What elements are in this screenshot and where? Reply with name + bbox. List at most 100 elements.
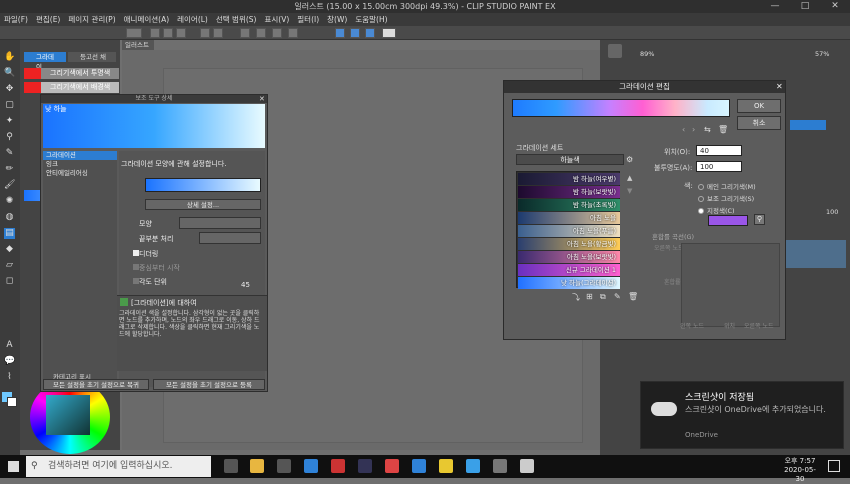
detail-close-icon[interactable]: ✕ [259,95,265,103]
gradient-tool-icon[interactable]: ▤ [4,228,15,239]
menu-layer[interactable]: 레이어(L) [173,13,212,26]
snap-grid-icon[interactable] [350,28,360,38]
menu-animation[interactable]: 애니메이션(A) [120,13,173,26]
position-field[interactable]: 40 [696,145,742,156]
zoom-tool-icon[interactable]: 🔍 [4,68,15,79]
eyedropper-icon[interactable]: ⚲ [4,132,15,143]
mail-icon[interactable] [412,459,426,473]
app-icon-yellow[interactable] [439,459,453,473]
detail-settings-button[interactable]: 상세 설정... [145,199,261,210]
clock[interactable]: 오후 7:57 2020-05-30 [780,457,820,484]
layer-color-swatch[interactable] [790,120,826,130]
edge-icon[interactable] [304,459,318,473]
hand-tool-icon[interactable]: ✋ [4,52,15,63]
sub-color-swatch[interactable] [7,397,17,407]
open-file-icon[interactable] [163,28,173,38]
steam-icon[interactable] [358,459,372,473]
new-preset-icon[interactable]: ⊞ [586,292,593,301]
move-tool-icon[interactable]: ✥ [4,84,15,95]
figure-tool-icon[interactable]: ◻ [4,276,15,287]
reset-all-button[interactable]: 모든 설정을 초기 설정으로 복귀 [43,379,149,390]
menu-filter[interactable]: 필터(I) [293,13,323,26]
gradient-edit-bar[interactable] [145,178,261,192]
gradient-preset-item[interactable]: 낮 하늘(그라데이션) [518,277,620,289]
category-gradient[interactable]: 그라데이션 [43,151,117,160]
subtool-item-fg-transparent[interactable]: 그리기색에서 투명색 [24,68,119,79]
radio-sub-color[interactable]: 보조 그리기색(S) [698,193,754,203]
edge-selector[interactable] [199,232,261,244]
canvas-tab[interactable]: 일러스트 [122,40,154,50]
gradient-preset-item[interactable]: 아침 노을 [518,212,620,224]
dither-checkbox[interactable] [133,250,139,256]
layer-row-selected[interactable] [780,240,846,268]
start-icon[interactable] [8,461,19,472]
pencil-tool-icon[interactable]: ✏ [4,164,15,175]
mix-curve-label[interactable]: 혼합를 곡선(G) [652,231,694,241]
category-ink[interactable]: 잉크 [43,160,117,169]
radio-custom-color[interactable]: 지정색(C) [698,205,735,215]
text-tool-icon[interactable]: A [4,340,15,351]
close-button[interactable]: ✕ [820,0,850,13]
brush-tool-icon[interactable]: 🖌 [4,180,15,191]
center-start-checkbox[interactable] [133,264,139,270]
gradient-preset-item[interactable]: 아침 노을(푸름) [518,225,620,237]
shape-selector[interactable] [179,217,261,229]
fill-icon[interactable] [256,28,266,38]
color-square[interactable] [46,395,90,435]
menu-view[interactable]: 표시(V) [260,13,293,26]
save-icon[interactable] [176,28,186,38]
edit-preset-icon[interactable]: ✎ [614,292,621,301]
node-left-icon[interactable]: ‹ [682,125,685,134]
cancel-button[interactable]: 취소 [737,116,781,130]
copy-preset-icon[interactable]: ⧉ [600,292,606,302]
gradient-preset-list[interactable]: 밤 하늘(여우볕) 밤 하늘(보랏빛) 밤 하늘(초록빛) 아침 노을 아침 노을(푸름… [516,171,620,289]
app-icon-red[interactable] [331,459,345,473]
deselect-icon[interactable] [288,28,298,38]
minimize-button[interactable]: — [760,0,790,13]
gradient-set-select[interactable]: 하늘색 [516,154,624,165]
gradient-preset-item[interactable]: 아침 노을(황금빛) [518,238,620,250]
notification-icon[interactable] [828,460,840,472]
clear-icon[interactable] [240,28,250,38]
twitter-icon[interactable] [466,459,480,473]
snap-perspective-icon[interactable] [365,28,375,38]
node-right-icon[interactable]: › [692,125,695,134]
select-tool-icon[interactable]: ▢ [4,100,15,111]
clip-studio-paint-taskbar-icon[interactable] [520,459,534,473]
delete-node-icon[interactable]: 🗑 [718,125,728,134]
gradient-preset-item[interactable]: 신규 그라데이션 1 [518,264,620,276]
menu-selection[interactable]: 선택 범위(S) [212,13,261,26]
subtool-tab-gradient[interactable]: 그라데이... [24,52,66,71]
ok-button[interactable]: OK [737,99,781,113]
subtool-tab-contour[interactable]: 등고선 채 [68,52,116,62]
opacity-field[interactable]: 100 [696,161,742,172]
subtool-item-fg-bg[interactable]: 그리기색에서 배경색 [24,82,119,93]
menu-edit[interactable]: 편집(E) [32,13,64,26]
radio-main-color[interactable]: 메인 그리기색(M) [698,181,756,191]
help-icon[interactable] [382,28,396,38]
task-view-icon[interactable] [224,459,238,473]
gradient-preset-item[interactable]: 밤 하늘(보랏빛) [518,186,620,198]
navigator-icon[interactable] [608,44,622,58]
airbrush-icon[interactable]: ✺ [4,196,15,207]
chrome-icon[interactable] [385,459,399,473]
taskbar-search[interactable]: 검색하려면 여기에 입력하십시오. [26,456,211,477]
auto-select-icon[interactable]: ✦ [4,116,15,127]
transform-icon[interactable] [272,28,282,38]
menu-file[interactable]: 파일(F) [0,13,32,26]
gradient-preset-item[interactable]: 밤 하늘(초록빛) [518,199,620,211]
eyedropper-icon[interactable]: ⚲ [754,214,765,225]
blend-tool-icon[interactable]: ◍ [4,212,15,223]
file-explorer-icon[interactable] [250,459,264,473]
fill-tool-icon[interactable]: ◆ [4,244,15,255]
add-preset-icon[interactable]: ⤵ [572,292,580,303]
mix-curve-graph[interactable] [681,243,780,327]
redo-icon[interactable] [213,28,223,38]
scroll-down-icon[interactable]: ▼ [627,187,632,195]
register-all-button[interactable]: 모든 설정을 초기 설정으로 등록 [153,379,265,390]
eraser-tool-icon[interactable]: ▱ [4,260,15,271]
gradient-preset-item[interactable]: 아침 노을(보랏빛) [518,251,620,263]
gradient-bar[interactable] [512,99,730,117]
maximize-button[interactable]: □ [790,0,820,13]
undo-icon[interactable] [200,28,210,38]
